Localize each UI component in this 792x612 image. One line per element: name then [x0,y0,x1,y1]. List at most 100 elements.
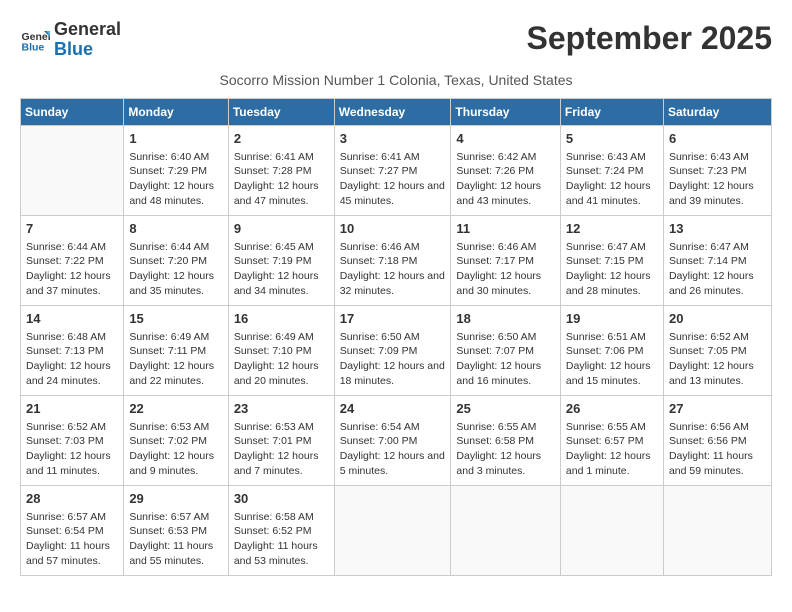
day-info: Sunrise: 6:47 AMSunset: 7:15 PMDaylight:… [566,240,658,299]
day-number: 13 [669,220,766,238]
col-sunday: Sunday [21,98,124,125]
logo: General Blue General Blue [20,20,121,60]
logo-text: General Blue [54,20,121,60]
day-number: 1 [129,130,222,148]
cell-week4-day1: 21 Sunrise: 6:52 AMSunset: 7:03 PMDayligh… [21,395,124,485]
cell-week3-day1: 14Sunrise: 6:48 AMSunset: 7:13 PMDayligh… [21,305,124,395]
day-number: 30 [234,490,329,508]
week-row-1: 1 Sunrise: 6:40 AMSunset: 7:29 PMDaylight… [21,125,772,215]
cell-week2-day1: 7Sunrise: 6:44 AMSunset: 7:22 PMDaylight… [21,215,124,305]
svg-text:Blue: Blue [22,41,45,53]
header-row: Sunday Monday Tuesday Wednesday Thursday… [21,98,772,125]
day-info: Sunrise: 6:50 AMSunset: 7:09 PMDaylight:… [340,330,446,389]
day-number: 28 [26,490,118,508]
logo-line1: General [54,19,121,39]
day-info: Sunrise: 6:40 AMSunset: 7:29 PMDaylight:… [129,150,222,209]
day-number: 21 [26,400,118,418]
day-info: Sunrise: 6:55 AMSunset: 6:57 PMDaylight:… [566,420,658,479]
day-number: 23 [234,400,329,418]
day-info: Sunrise: 6:56 AMSunset: 6:56 PMDaylight:… [669,420,766,479]
cell-week1-day5: 4 Sunrise: 6:42 AMSunset: 7:26 PMDaylight… [451,125,561,215]
cell-week1-day4: 3 Sunrise: 6:41 AMSunset: 7:27 PMDaylight… [334,125,451,215]
col-thursday: Thursday [451,98,561,125]
day-number: 8 [129,220,222,238]
day-number: 19 [566,310,658,328]
day-number: 2 [234,130,329,148]
cell-week5-day4 [334,485,451,575]
day-info: Sunrise: 6:45 AMSunset: 7:19 PMDaylight:… [234,240,329,299]
cell-week5-day3: 30 Sunrise: 6:58 AMSunset: 6:52 PMDayligh… [228,485,334,575]
cell-week5-day2: 29 Sunrise: 6:57 AMSunset: 6:53 PMDayligh… [124,485,228,575]
cell-week5-day6 [560,485,663,575]
day-number: 6 [669,130,766,148]
cell-week1-day7: 6 Sunrise: 6:43 AMSunset: 7:23 PMDaylight… [663,125,771,215]
day-info: Sunrise: 6:52 AMSunset: 7:05 PMDaylight:… [669,330,766,389]
logo-icon: General Blue [20,25,50,55]
day-number: 11 [456,220,555,238]
day-info: Sunrise: 6:46 AMSunset: 7:17 PMDaylight:… [456,240,555,299]
day-number: 7 [26,220,118,238]
cell-week2-day7: 13 Sunrise: 6:47 AMSunset: 7:14 PMDayligh… [663,215,771,305]
day-number: 20 [669,310,766,328]
cell-week1-day1 [21,125,124,215]
day-info: Sunrise: 6:47 AMSunset: 7:14 PMDaylight:… [669,240,766,299]
day-info: Sunrise: 6:50 AMSunset: 7:07 PMDaylight:… [456,330,555,389]
col-wednesday: Wednesday [334,98,451,125]
cell-week1-day6: 5Sunrise: 6:43 AMSunset: 7:24 PMDaylight… [560,125,663,215]
day-number: 4 [456,130,555,148]
day-number: 17 [340,310,446,328]
subtitle: Socorro Mission Number 1 Colonia, Texas,… [20,72,772,88]
week-row-3: 14Sunrise: 6:48 AMSunset: 7:13 PMDayligh… [21,305,772,395]
day-info: Sunrise: 6:54 AMSunset: 7:00 PMDaylight:… [340,420,446,479]
cell-week3-day5: 18 Sunrise: 6:50 AMSunset: 7:07 PMDayligh… [451,305,561,395]
day-number: 3 [340,130,446,148]
month-title: September 2025 [527,20,772,57]
cell-week5-day7 [663,485,771,575]
day-number: 26 [566,400,658,418]
day-info: Sunrise: 6:43 AMSunset: 7:23 PMDaylight:… [669,150,766,209]
day-info: Sunrise: 6:49 AMSunset: 7:11 PMDaylight:… [129,330,222,389]
day-number: 18 [456,310,555,328]
day-number: 16 [234,310,329,328]
day-info: Sunrise: 6:53 AMSunset: 7:01 PMDaylight:… [234,420,329,479]
week-row-2: 7Sunrise: 6:44 AMSunset: 7:22 PMDaylight… [21,215,772,305]
cell-week5-day1: 28 Sunrise: 6:57 AMSunset: 6:54 PMDayligh… [21,485,124,575]
day-info: Sunrise: 6:46 AMSunset: 7:18 PMDaylight:… [340,240,446,299]
cell-week3-day3: 16 Sunrise: 6:49 AMSunset: 7:10 PMDayligh… [228,305,334,395]
day-number: 27 [669,400,766,418]
day-info: Sunrise: 6:48 AMSunset: 7:13 PMDaylight:… [26,330,118,389]
day-info: Sunrise: 6:42 AMSunset: 7:26 PMDaylight:… [456,150,555,209]
cell-week5-day5 [451,485,561,575]
day-number: 29 [129,490,222,508]
day-info: Sunrise: 6:57 AMSunset: 6:53 PMDaylight:… [129,510,222,569]
day-info: Sunrise: 6:44 AMSunset: 7:20 PMDaylight:… [129,240,222,299]
cell-week2-day4: 10Sunrise: 6:46 AMSunset: 7:18 PMDayligh… [334,215,451,305]
day-number: 9 [234,220,329,238]
day-info: Sunrise: 6:52 AMSunset: 7:03 PMDaylight:… [26,420,118,479]
cell-week4-day5: 25 Sunrise: 6:55 AMSunset: 6:58 PMDayligh… [451,395,561,485]
cell-week2-day6: 12 Sunrise: 6:47 AMSunset: 7:15 PMDayligh… [560,215,663,305]
day-number: 12 [566,220,658,238]
day-info: Sunrise: 6:55 AMSunset: 6:58 PMDaylight:… [456,420,555,479]
cell-week1-day2: 1 Sunrise: 6:40 AMSunset: 7:29 PMDaylight… [124,125,228,215]
day-info: Sunrise: 6:53 AMSunset: 7:02 PMDaylight:… [129,420,222,479]
day-info: Sunrise: 6:41 AMSunset: 7:28 PMDaylight:… [234,150,329,209]
day-number: 22 [129,400,222,418]
day-number: 25 [456,400,555,418]
cell-week4-day6: 26 Sunrise: 6:55 AMSunset: 6:57 PMDayligh… [560,395,663,485]
cell-week2-day5: 11 Sunrise: 6:46 AMSunset: 7:17 PMDayligh… [451,215,561,305]
cell-week4-day7: 27 Sunrise: 6:56 AMSunset: 6:56 PMDayligh… [663,395,771,485]
week-row-4: 21 Sunrise: 6:52 AMSunset: 7:03 PMDayligh… [21,395,772,485]
cell-week3-day4: 17 Sunrise: 6:50 AMSunset: 7:09 PMDayligh… [334,305,451,395]
cell-week2-day3: 9 Sunrise: 6:45 AMSunset: 7:19 PMDaylight… [228,215,334,305]
cell-week2-day2: 8 Sunrise: 6:44 AMSunset: 7:20 PMDaylight… [124,215,228,305]
day-info: Sunrise: 6:58 AMSunset: 6:52 PMDaylight:… [234,510,329,569]
day-number: 24 [340,400,446,418]
day-info: Sunrise: 6:41 AMSunset: 7:27 PMDaylight:… [340,150,446,209]
calendar-table: Sunday Monday Tuesday Wednesday Thursday… [20,98,772,576]
day-info: Sunrise: 6:49 AMSunset: 7:10 PMDaylight:… [234,330,329,389]
day-info: Sunrise: 6:57 AMSunset: 6:54 PMDaylight:… [26,510,118,569]
col-friday: Friday [560,98,663,125]
cell-week3-day2: 15Sunrise: 6:49 AMSunset: 7:11 PMDayligh… [124,305,228,395]
week-row-5: 28 Sunrise: 6:57 AMSunset: 6:54 PMDayligh… [21,485,772,575]
